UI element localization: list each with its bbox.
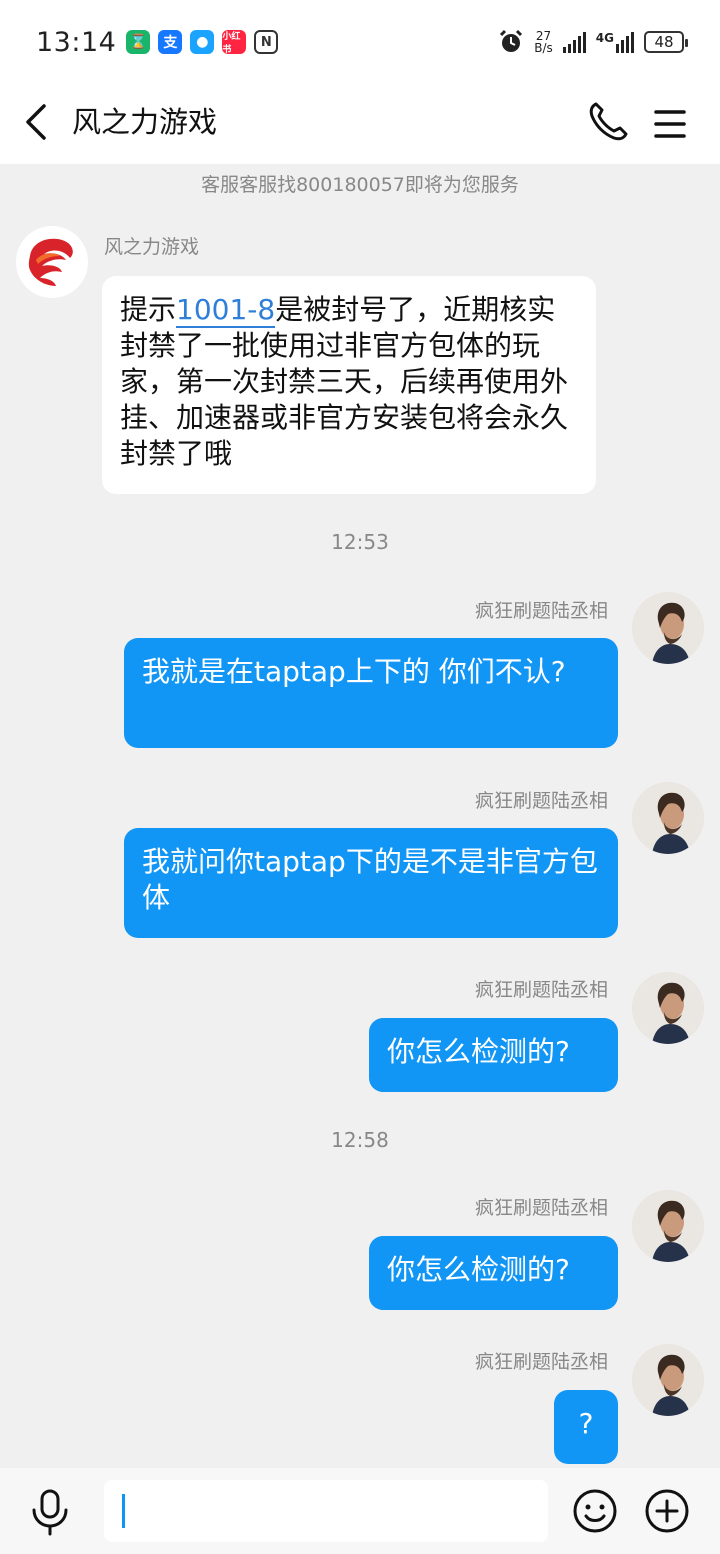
text-cursor bbox=[122, 1494, 125, 1528]
user-portrait-icon bbox=[632, 782, 704, 854]
network-type: 4G bbox=[595, 31, 614, 45]
input-bar bbox=[0, 1468, 720, 1554]
message-link[interactable]: 1001-8 bbox=[176, 293, 276, 328]
sender-name: 风之力游戏 bbox=[104, 236, 200, 258]
back-arrow-icon[interactable] bbox=[20, 102, 64, 146]
user-portrait-icon bbox=[632, 1344, 704, 1416]
signal-2-icon: 4G bbox=[596, 31, 634, 53]
battery-icon: 48 bbox=[644, 31, 688, 53]
status-time: 13:14 bbox=[36, 26, 117, 58]
incoming-message-bubble[interactable]: 提示1001-8是被封号了，近期核实封禁了一批使用过非官方包体的玩家，第一次封禁… bbox=[102, 276, 596, 494]
chat-header: 风之力游戏 bbox=[0, 84, 720, 164]
menu-icon[interactable] bbox=[648, 102, 692, 146]
sender-name: 疯狂刷题陆丞相 bbox=[474, 1197, 608, 1219]
message-text: 我就是在taptap上下的 你们不认? bbox=[142, 655, 566, 688]
battery-level: 48 bbox=[654, 33, 674, 51]
user-avatar[interactable] bbox=[632, 592, 704, 664]
add-more-icon[interactable] bbox=[644, 1488, 690, 1534]
message-text: ? bbox=[578, 1407, 594, 1440]
sender-name: 疯狂刷题陆丞相 bbox=[474, 979, 608, 1001]
alarm-icon bbox=[500, 29, 523, 52]
message-text: 提示 bbox=[120, 293, 177, 326]
microphone-icon[interactable] bbox=[28, 1488, 72, 1536]
status-bar: 13:14 ⌛ 支 ● 小红书 N 27 B/s 4G 48 bbox=[0, 0, 720, 84]
notification-icons: ⌛ 支 ● 小红书 N bbox=[126, 30, 279, 55]
net-speed-unit: B/s bbox=[534, 41, 553, 55]
nfc-icon: N bbox=[254, 30, 279, 54]
hourglass-app-icon: ⌛ bbox=[126, 30, 151, 54]
timestamp: 12:58 bbox=[331, 1128, 389, 1152]
user-avatar[interactable] bbox=[632, 1190, 704, 1262]
user-avatar[interactable] bbox=[632, 1344, 704, 1416]
user-portrait-icon bbox=[632, 592, 704, 664]
outgoing-message-bubble[interactable]: 你怎么检测的? bbox=[369, 1236, 618, 1310]
outgoing-message-bubble[interactable]: 你怎么检测的? bbox=[369, 1018, 618, 1092]
phone-call-icon[interactable] bbox=[584, 98, 632, 146]
outgoing-message-bubble[interactable]: 我就是在taptap上下的 你们不认? bbox=[124, 638, 618, 748]
message-text: 你怎么检测的? bbox=[387, 1253, 570, 1286]
message-text: 你怎么检测的? bbox=[387, 1035, 570, 1068]
user-portrait-icon bbox=[632, 1190, 704, 1262]
outgoing-message-bubble[interactable]: 我就问你taptap下的是不是非官方包体 bbox=[124, 828, 618, 938]
user-portrait-icon bbox=[632, 972, 704, 1044]
user-avatar[interactable] bbox=[632, 972, 704, 1044]
timestamp: 12:53 bbox=[331, 530, 389, 554]
phoenix-logo-icon bbox=[16, 226, 88, 298]
service-notice: 客服客服找800180057即将为您服务 bbox=[201, 174, 519, 196]
xiaohongshu-app-icon: 小红书 bbox=[222, 30, 247, 55]
message-input[interactable] bbox=[104, 1480, 548, 1542]
signal-1-icon bbox=[562, 31, 586, 53]
chat-title: 风之力游戏 bbox=[72, 105, 218, 139]
message-text: 我就问你taptap下的是不是非官方包体 bbox=[142, 845, 598, 914]
sender-name: 疯狂刷题陆丞相 bbox=[474, 790, 608, 812]
sender-name: 疯狂刷题陆丞相 bbox=[474, 1351, 608, 1373]
sender-name: 疯狂刷题陆丞相 bbox=[474, 600, 608, 622]
alipay-app-icon: 支 bbox=[158, 30, 183, 54]
game-service-avatar[interactable] bbox=[16, 226, 88, 298]
message-app-icon: ● bbox=[190, 30, 215, 54]
network-speed: 27 B/s bbox=[534, 30, 553, 54]
user-avatar[interactable] bbox=[632, 782, 704, 854]
outgoing-message-bubble[interactable]: ? bbox=[554, 1390, 618, 1464]
emoji-icon[interactable] bbox=[572, 1488, 618, 1534]
